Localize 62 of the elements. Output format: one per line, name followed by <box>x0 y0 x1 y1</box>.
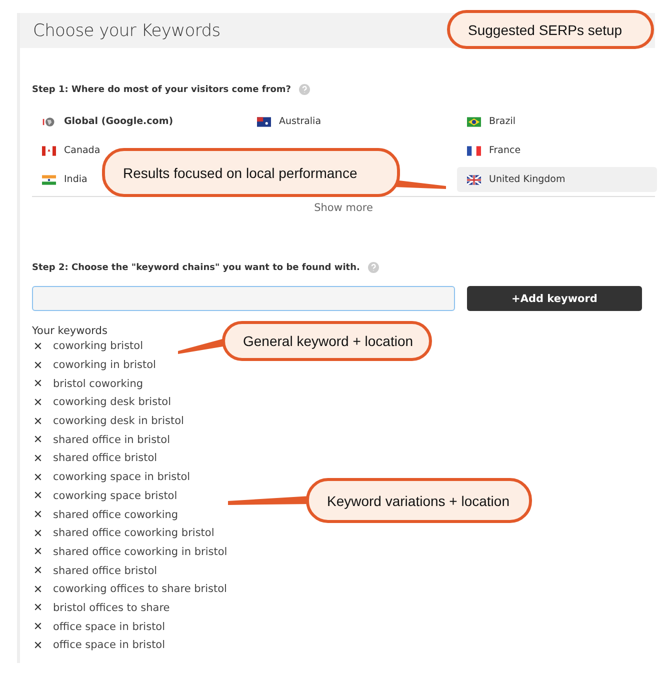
remove-icon[interactable]: ✕ <box>32 433 44 446</box>
country-option[interactable]: India <box>32 167 88 192</box>
keyword-text: shared office bristol <box>53 452 158 464</box>
leader-line <box>395 180 446 189</box>
callout-bubble: Results focused on local performance <box>102 148 400 197</box>
globe-icon <box>42 116 56 126</box>
country-option[interactable]: Canada <box>32 138 100 163</box>
callout-bubble: General keyword + location <box>222 321 432 361</box>
flag-icon <box>467 116 481 126</box>
keyword-text: shared office in bristol <box>53 434 170 446</box>
page-title: Choose your Keywords <box>33 20 220 40</box>
flag-icon <box>42 146 56 156</box>
remove-icon[interactable]: ✕ <box>32 601 44 614</box>
keyword-text: coworking offices to share bristol <box>53 583 227 596</box>
remove-icon[interactable]: ✕ <box>32 340 44 353</box>
callout-bubble: Keyword variations + location <box>306 478 532 523</box>
remove-icon[interactable]: ✕ <box>32 638 44 652</box>
keyword-text: coworking in bristol <box>53 359 156 372</box>
flag-icon <box>257 116 271 126</box>
remove-icon[interactable]: ✕ <box>32 489 44 502</box>
keyword-text: coworking bristol <box>53 340 144 352</box>
remove-icon[interactable]: ✕ <box>32 377 44 390</box>
remove-icon[interactable]: ✕ <box>32 545 44 558</box>
remove-icon[interactable]: ✕ <box>32 582 44 596</box>
help-icon[interactable] <box>299 84 310 95</box>
keyword-text: coworking desk bristol <box>53 396 172 408</box>
flag-icon <box>467 174 481 184</box>
remove-icon[interactable]: ✕ <box>32 396 44 409</box>
country-option[interactable]: Global (Google.com) <box>32 109 174 134</box>
show-more-link[interactable]: Show more <box>314 202 373 214</box>
keyword-text: coworking space bristol <box>53 490 178 502</box>
country-option[interactable]: France <box>457 138 521 163</box>
country-option[interactable]: Brazil <box>457 109 516 134</box>
keyword-text: shared office coworking bristol <box>53 527 214 540</box>
remove-icon[interactable]: ✕ <box>32 564 44 578</box>
keyword-text: shared office coworking <box>53 508 178 521</box>
flag-icon <box>42 174 56 184</box>
keywords-heading: Your keywords <box>32 325 108 337</box>
keyword-input-field[interactable] <box>32 286 455 311</box>
remove-icon[interactable]: ✕ <box>32 358 44 372</box>
keyword-text: office space in bristol <box>53 620 166 633</box>
remove-icon[interactable]: ✕ <box>32 452 44 465</box>
country-option[interactable]: Australia <box>247 109 322 134</box>
remove-icon[interactable]: ✕ <box>32 508 44 522</box>
keyword-text: bristol offices to share <box>53 602 170 614</box>
step-label: Step 2: Choose the "keyword chains" you want to be found with. <box>32 262 360 272</box>
country-option[interactable]: United Kingdom <box>457 167 657 192</box>
remove-icon[interactable]: ✕ <box>32 470 44 484</box>
step-label: Step 1: Where do most of your visitors come from? <box>32 84 292 94</box>
callout-bubble: Suggested SERPs setup <box>447 10 654 49</box>
keyword-text: shared office bristol <box>53 564 158 577</box>
keyword-text: shared office coworking in bristol <box>53 546 228 558</box>
remove-icon[interactable]: ✕ <box>32 414 44 428</box>
keyword-text: office space in bristol <box>53 639 166 652</box>
flag-icon <box>467 146 481 156</box>
keyword-text: coworking desk in bristol <box>53 415 184 428</box>
keyword-text: bristol coworking <box>53 378 144 390</box>
add-keyword-button[interactable]: +Add keyword <box>467 286 642 311</box>
remove-icon[interactable]: ✕ <box>32 526 44 540</box>
remove-icon[interactable]: ✕ <box>32 620 44 634</box>
help-icon[interactable] <box>368 262 379 273</box>
keyword-text: coworking space in bristol <box>53 471 190 484</box>
